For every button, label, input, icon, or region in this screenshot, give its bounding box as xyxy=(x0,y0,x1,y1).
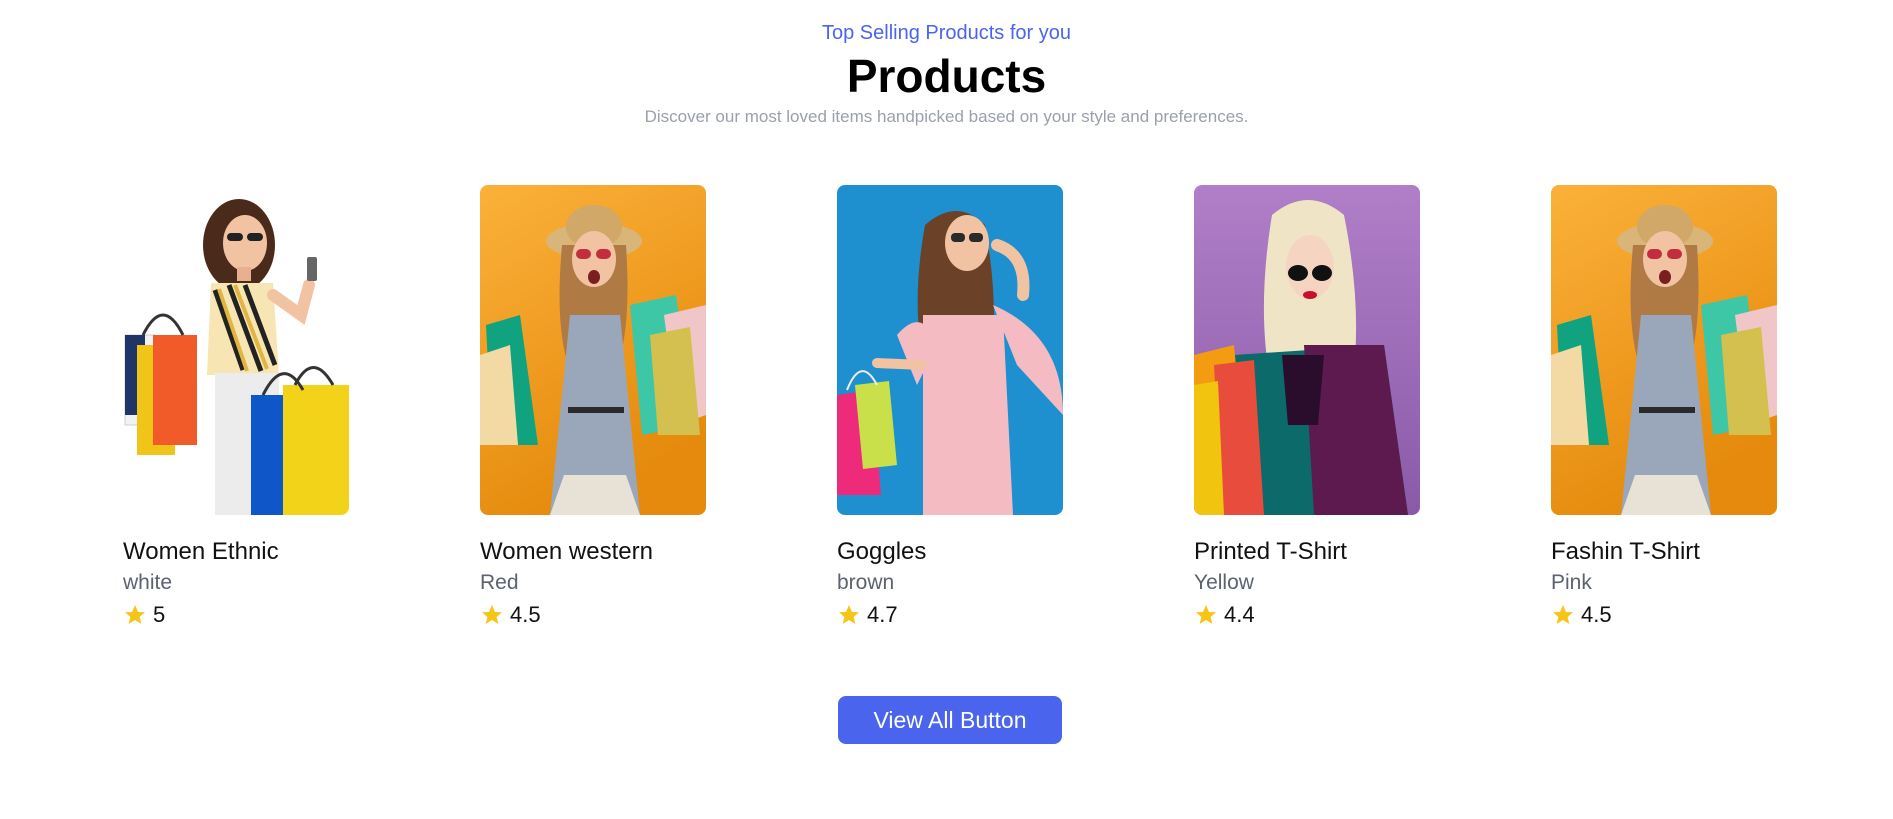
section-header: Top Selling Products for you Products Di… xyxy=(0,20,1893,128)
product-name[interactable]: Women western xyxy=(480,537,706,567)
product-color: Pink xyxy=(1551,571,1592,594)
products-page: Top Selling Products for you Products Di… xyxy=(0,0,1893,819)
rating-value: 4.4 xyxy=(1224,602,1255,627)
product-rating: 4.5 xyxy=(1551,601,1777,629)
rating-value: 4.7 xyxy=(867,602,898,627)
product-color: Red xyxy=(480,571,519,594)
rating-value: 5 xyxy=(153,602,166,627)
product-grid: Women Ethnic white 5 Women western Red 4… xyxy=(123,185,1780,635)
rating-value: 4.5 xyxy=(1581,602,1612,627)
product-card[interactable]: Women western Red 4.5 xyxy=(480,185,706,629)
view-all-button[interactable]: View All Button xyxy=(838,696,1062,744)
product-rating: 4.4 xyxy=(1194,601,1420,629)
star-icon xyxy=(480,603,504,627)
product-image[interactable] xyxy=(1551,185,1777,515)
page-title: Products xyxy=(846,50,1047,102)
product-color: white xyxy=(123,571,173,594)
product-rating: 4.5 xyxy=(480,601,706,629)
product-image[interactable] xyxy=(837,185,1063,515)
product-image[interactable] xyxy=(480,185,706,515)
product-card[interactable]: Fashin T-Shirt Pink 4.5 xyxy=(1551,185,1777,629)
product-image[interactable] xyxy=(123,185,349,515)
product-color: Yellow xyxy=(1194,571,1254,594)
star-icon xyxy=(123,603,147,627)
product-card[interactable]: Goggles brown 4.7 xyxy=(837,185,1063,629)
product-name[interactable]: Goggles xyxy=(837,537,1063,567)
section-subtitle: Discover our most loved items handpicked… xyxy=(644,107,1249,126)
product-rating: 4.7 xyxy=(837,601,1063,629)
star-icon xyxy=(1194,603,1218,627)
star-icon xyxy=(1551,603,1575,627)
product-name[interactable]: Fashin T-Shirt xyxy=(1551,537,1777,567)
star-icon xyxy=(837,603,861,627)
product-rating: 5 xyxy=(123,601,349,629)
product-image[interactable] xyxy=(1194,185,1420,515)
product-card[interactable]: Printed T-Shirt Yellow 4.4 xyxy=(1194,185,1420,629)
product-name[interactable]: Women Ethnic xyxy=(123,537,349,567)
product-card[interactable]: Women Ethnic white 5 xyxy=(123,185,349,629)
section-tagline: Top Selling Products for you xyxy=(821,22,1072,44)
product-color: brown xyxy=(837,571,895,594)
rating-value: 4.5 xyxy=(510,602,541,627)
product-name[interactable]: Printed T-Shirt xyxy=(1194,537,1420,567)
